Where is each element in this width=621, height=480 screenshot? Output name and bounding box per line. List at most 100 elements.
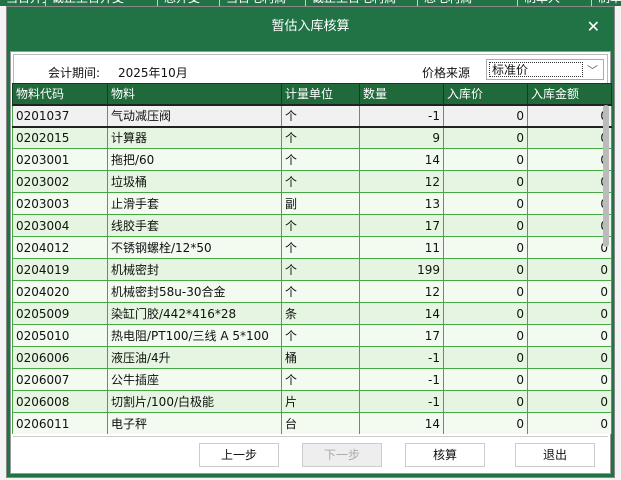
next-button[interactable]: 下一步 [302, 443, 382, 467]
table-row[interactable]: 0204012 不锈钢螺栓/12*50 个 11 0 0 [12, 236, 612, 259]
table-cell[interactable]: 0 [527, 324, 612, 347]
table-cell[interactable]: 0 [527, 258, 612, 281]
prev-button[interactable]: 上一步 [199, 443, 279, 467]
table-cell[interactable]: -1 [359, 368, 444, 391]
table-cell[interactable]: 14 [359, 302, 444, 325]
table-cell[interactable]: 电子秤 [107, 412, 282, 434]
column-header[interactable]: 入库金额 [527, 83, 612, 105]
table-cell[interactable]: 0 [443, 170, 528, 193]
table-cell[interactable]: 0 [527, 346, 612, 369]
table-cell[interactable]: 个 [281, 324, 360, 347]
table-cell[interactable]: 0203001 [12, 148, 108, 171]
table-cell[interactable]: 199 [359, 258, 444, 281]
table-cell[interactable]: 0 [527, 126, 612, 149]
table-row[interactable]: 0205010 热电阻/PT100/三线 A 5*100 个 17 0 0 [12, 324, 612, 347]
column-header[interactable]: 入库价 [443, 83, 528, 105]
table-cell[interactable]: 液压油/4升 [107, 346, 282, 369]
table-row[interactable]: 0203001拖把/60个1400 [12, 148, 612, 171]
table-cell[interactable]: 个 [281, 214, 360, 237]
table-row[interactable]: 0206007 公牛插座个 -1 0 0 [12, 368, 612, 391]
table-cell[interactable]: 0203003 [12, 192, 108, 215]
table-cell[interactable]: 0 [443, 258, 528, 281]
table-cell[interactable]: 个 [281, 280, 360, 303]
table-cell[interactable]: 0 [527, 214, 612, 237]
table-cell[interactable]: 桶 [281, 346, 360, 369]
table-cell[interactable]: 拖把/60 [107, 148, 282, 171]
table-cell[interactable]: 0203004 [12, 214, 108, 237]
table-cell[interactable]: 0 [527, 170, 612, 193]
table-cell[interactable]: 个 [281, 258, 360, 281]
table-cell[interactable]: 0204012 [12, 236, 108, 259]
table-cell[interactable]: 0 [443, 412, 528, 434]
table-cell[interactable]: 13 [359, 192, 444, 215]
table-cell[interactable]: 0206006 [12, 346, 108, 369]
table-row[interactable]: 0203002垃圾桶个1200 [12, 170, 612, 193]
table-cell[interactable]: 台 [281, 412, 360, 434]
table-cell[interactable]: 9 [359, 126, 444, 149]
table-cell[interactable]: 0 [443, 280, 528, 303]
table-cell[interactable]: 0206011 [12, 412, 108, 434]
vertical-scrollbar[interactable] [603, 105, 609, 247]
table-cell[interactable]: 0 [443, 103, 528, 128]
table-cell[interactable]: 个 [281, 236, 360, 259]
column-header[interactable]: 计量单位 [281, 83, 360, 105]
table-cell[interactable]: 0 [527, 103, 612, 128]
close-icon[interactable]: ✕ [587, 17, 600, 36]
table-cell[interactable]: -1 [359, 346, 444, 369]
table-cell[interactable]: 垃圾桶 [107, 170, 282, 193]
table-cell[interactable]: 0 [443, 236, 528, 259]
table-cell[interactable]: 热电阻/PT100/三线 A 5*100 [107, 324, 282, 347]
table-row[interactable]: 0206011 电子秤台 14 0 0 [12, 412, 612, 434]
chevron-down-icon[interactable]: ﹀ [587, 62, 598, 78]
table-row[interactable]: 0205009 染缸门胶/442*416*28 条 14 0 0 [12, 302, 612, 325]
table-cell[interactable]: 止滑手套 [107, 192, 282, 215]
table-cell[interactable]: 0 [443, 346, 528, 369]
table-cell[interactable]: 0 [527, 390, 612, 413]
table-cell[interactable]: -1 [359, 390, 444, 413]
table-cell[interactable]: 个 [281, 148, 360, 171]
table-cell[interactable]: 切割片/100/白极能 [107, 390, 282, 413]
table-cell[interactable]: 个 [281, 103, 360, 128]
table-cell[interactable]: 12 [359, 280, 444, 303]
table-cell[interactable]: 0205009 [12, 302, 108, 325]
table-cell[interactable]: 14 [359, 412, 444, 434]
table-cell[interactable]: 机械密封 [107, 258, 282, 281]
table-cell[interactable]: 气动减压阀 [107, 103, 282, 128]
table-cell[interactable]: 线胶手套 [107, 214, 282, 237]
table-cell[interactable]: 0205010 [12, 324, 108, 347]
table-cell[interactable]: 0 [443, 148, 528, 171]
table-cell[interactable]: 0 [527, 192, 612, 215]
table-cell[interactable]: 副 [281, 192, 360, 215]
table-cell[interactable]: 0 [443, 302, 528, 325]
table-row[interactable]: 0203004线胶手套个1700 [12, 214, 612, 237]
table-cell[interactable]: 0 [443, 390, 528, 413]
table-row[interactable]: 0202015计算器个900 [12, 126, 612, 149]
table-cell[interactable]: 0 [527, 368, 612, 391]
table-cell[interactable]: 片 [281, 390, 360, 413]
table-row[interactable]: 0204019 机械密封个 199 0 0 [12, 258, 612, 281]
table-row[interactable]: 0203003止滑手套副1300 [12, 192, 612, 215]
table-cell[interactable]: -1 [359, 103, 444, 128]
table-cell[interactable]: 0 [443, 126, 528, 149]
table-row[interactable]: 0206006 液压油/4升桶 -1 0 0 [12, 346, 612, 369]
table-row[interactable]: 0204020 机械密封58u-30合金个 12 0 0 [12, 280, 612, 303]
table-cell[interactable]: 0 [527, 412, 612, 434]
table-cell[interactable]: 0 [443, 214, 528, 237]
table-cell[interactable]: 0206008 [12, 390, 108, 413]
table-cell[interactable]: 11 [359, 236, 444, 259]
table-cell[interactable]: 0 [527, 280, 612, 303]
table-cell[interactable]: 17 [359, 324, 444, 347]
table-cell[interactable]: 不锈钢螺栓/12*50 [107, 236, 282, 259]
table-row[interactable]: 0201037气动减压阀个-100 [12, 103, 612, 128]
table-cell[interactable]: 14 [359, 148, 444, 171]
table-cell[interactable]: 计算器 [107, 126, 282, 149]
column-header[interactable]: 物料 [107, 83, 282, 105]
table-cell[interactable]: 0201037 [12, 103, 108, 128]
table-cell[interactable]: 0 [527, 236, 612, 259]
table-cell[interactable]: 个 [281, 126, 360, 149]
table-cell[interactable]: 0 [443, 192, 528, 215]
table-cell[interactable]: 0206007 [12, 368, 108, 391]
table-row[interactable]: 0206008 切割片/100/白极能片 -1 0 0 [12, 390, 612, 413]
table-cell[interactable]: 0204020 [12, 280, 108, 303]
table-cell[interactable]: 公牛插座 [107, 368, 282, 391]
